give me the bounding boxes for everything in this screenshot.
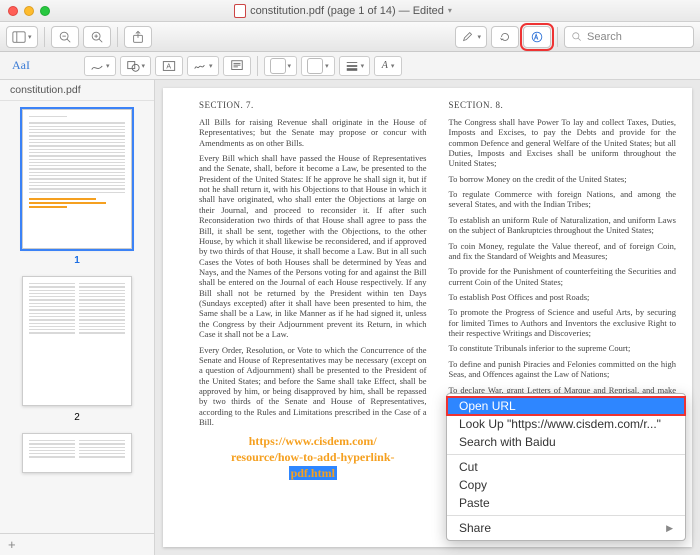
shapes-button[interactable]: ▾ [120, 56, 152, 76]
share-button[interactable] [124, 26, 152, 48]
document-icon [234, 4, 246, 18]
note-button[interactable] [223, 56, 251, 76]
zoom-in-icon [90, 30, 104, 44]
svg-text:A: A [166, 63, 171, 70]
page-thumbnail-1[interactable] [22, 109, 132, 249]
title-dropdown-icon[interactable]: ▾ [448, 6, 452, 15]
menu-search-baidu[interactable]: Search with Baidu [447, 433, 685, 451]
zoom-in-button[interactable] [83, 26, 111, 48]
border-color-button[interactable]: ▾ [264, 56, 298, 76]
section-8-p10: To define and punish Piracies and Feloni… [449, 359, 677, 380]
sketch-button[interactable]: ▾ [84, 56, 116, 76]
add-page-button[interactable]: + [8, 537, 16, 552]
menu-copy[interactable]: Copy [447, 476, 685, 494]
text-icon: A [162, 59, 176, 73]
thumbnail-sidebar: constitution.pdf 1 2 [0, 80, 155, 555]
shape-style-button[interactable]: ▾ [339, 56, 371, 76]
font-style-label: A [382, 60, 388, 71]
left-column: SECTION. 7. All Bills for raising Revenu… [199, 100, 427, 539]
url-line-1: https://www.cisdem.com/ [201, 434, 425, 450]
markup-icon [530, 30, 544, 44]
highlighter-icon [461, 30, 475, 44]
page-thumbnail-3[interactable] [22, 433, 132, 473]
fill-color-button[interactable]: ▾ [301, 56, 335, 76]
page-number-1: 1 [74, 255, 80, 266]
section-7-heading: SECTION. 7. [199, 100, 427, 111]
page-number-2: 2 [74, 412, 80, 423]
note-icon [230, 59, 244, 73]
section-8-p8: To promote the Progress of Science and u… [449, 307, 677, 338]
section-8-heading: SECTION. 8. [449, 100, 677, 111]
hyperlink-annotation[interactable]: https://www.cisdem.com/ resource/how-to-… [199, 432, 427, 483]
markup-toolbar-button[interactable] [523, 26, 551, 48]
section-8-p9: To constitute Tribunals inferior to the … [449, 343, 677, 353]
section-7-p1: All Bills for raising Revenue shall orig… [199, 117, 427, 148]
chevron-right-icon: ▶ [666, 523, 673, 534]
context-menu: Open URL Look Up "https://www.cisdem.com… [446, 393, 686, 541]
window-title-text: constitution.pdf (page 1 of 14) — Edited [250, 5, 444, 17]
font-style-button[interactable]: A▾ [374, 56, 402, 76]
section-8-p6: To provide for the Punishment of counter… [449, 266, 677, 287]
section-8-p7: To establish Post Offices and post Roads… [449, 292, 677, 302]
window-title: constitution.pdf (page 1 of 14) — Edited… [50, 4, 636, 18]
close-window-button[interactable] [8, 6, 18, 16]
border-color-swatch [270, 58, 286, 74]
page-thumbnail-2[interactable] [22, 276, 132, 406]
section-7-p2: Every Bill which shall have passed the H… [199, 153, 427, 339]
sidebar-footer: + [0, 533, 154, 555]
section-8-p3: To regulate Commerce with foreign Nation… [449, 189, 677, 210]
sign-icon [193, 59, 207, 73]
menu-open-url[interactable]: Open URL [447, 397, 685, 415]
minimize-window-button[interactable] [24, 6, 34, 16]
markup-toolbar: AaI ▾ ▾ A ▾ ▾ ▾ ▾ A▾ [0, 52, 700, 80]
section-8-p2: To borrow Money on the credit of the Uni… [449, 174, 677, 184]
titlebar: constitution.pdf (page 1 of 14) — Edited… [0, 0, 700, 22]
search-icon [571, 31, 582, 42]
thumbnail-list[interactable]: 1 2 [0, 101, 154, 533]
section-8-p1: The Congress shall have Power To lay and… [449, 117, 677, 169]
body: constitution.pdf 1 2 [0, 80, 700, 555]
search-placeholder: Search [587, 31, 622, 43]
menu-look-up[interactable]: Look Up "https://www.cisdem.com/r..." [447, 415, 685, 433]
document-viewport[interactable]: SECTION. 7. All Bills for raising Revenu… [155, 80, 700, 555]
sidebar-filename: constitution.pdf [0, 80, 154, 101]
section-7-p3: Every Order, Resolution, or Vote to whic… [199, 345, 427, 428]
menu-cut[interactable]: Cut [447, 458, 685, 476]
rotate-icon [498, 30, 512, 44]
section-8-p4: To establish an uniform Rule of Naturali… [449, 215, 677, 236]
url-line-3: pdf.html [201, 466, 425, 482]
sidebar-icon [12, 30, 26, 44]
url-line-2: resource/how-to-add-hyperlink- [201, 450, 425, 466]
menu-paste[interactable]: Paste [447, 494, 685, 512]
section-8-p5: To coin Money, regulate the Value thereo… [449, 241, 677, 262]
sketch-icon [90, 59, 104, 73]
sidebar-toggle-button[interactable]: ▾ [6, 26, 38, 48]
zoom-out-icon [58, 30, 72, 44]
rotate-button[interactable] [491, 26, 519, 48]
highlight-button[interactable]: ▾ [455, 26, 487, 48]
shape-style-icon [345, 59, 359, 73]
zoom-out-button[interactable] [51, 26, 79, 48]
window-controls [8, 6, 50, 16]
text-button[interactable]: A [155, 56, 183, 76]
search-field[interactable]: Search [564, 26, 694, 48]
share-icon [131, 30, 145, 44]
shapes-icon [126, 59, 140, 73]
text-style-label[interactable]: AaI [6, 58, 36, 73]
main-toolbar: ▾ ▾ Search [0, 22, 700, 52]
maximize-window-button[interactable] [40, 6, 50, 16]
fill-color-swatch [307, 58, 323, 74]
menu-share[interactable]: Share▶ [447, 519, 685, 537]
sign-button[interactable]: ▾ [187, 56, 219, 76]
